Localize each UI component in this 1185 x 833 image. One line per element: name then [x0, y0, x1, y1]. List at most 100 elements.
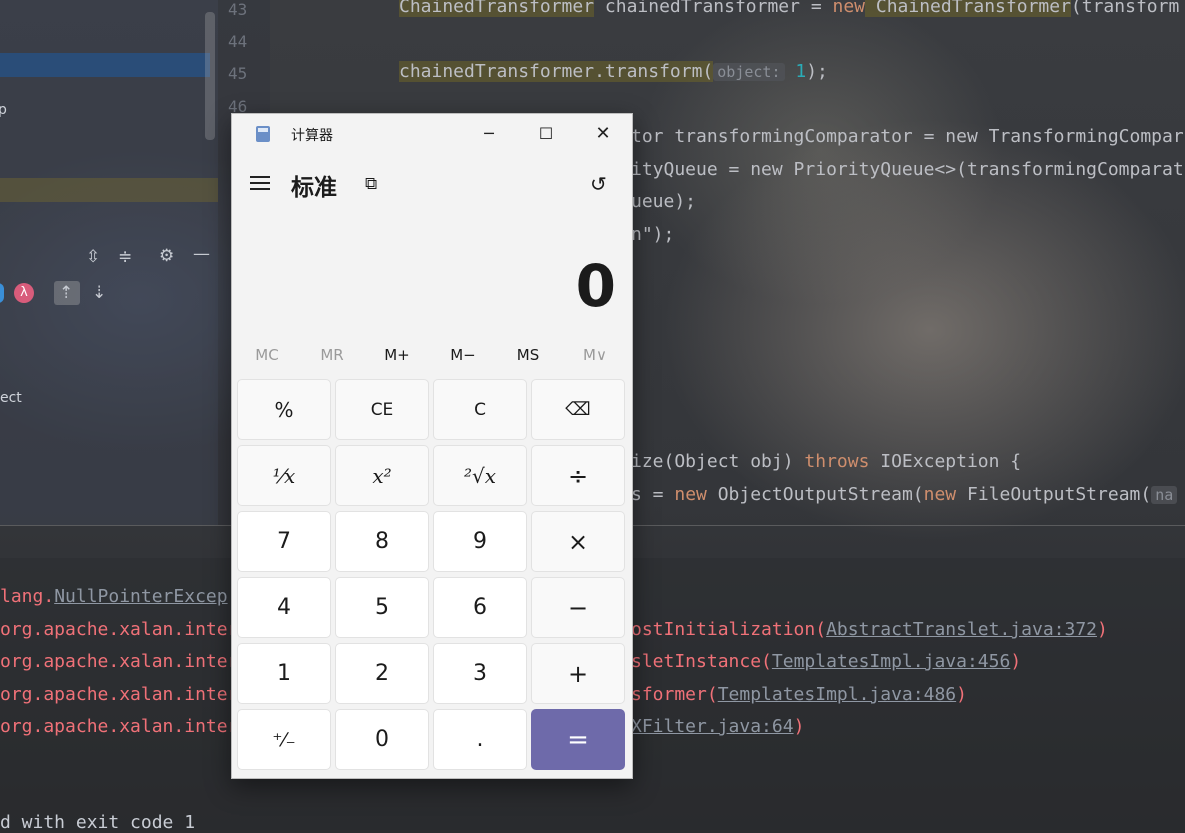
arrow-down-icon[interactable]: ⇣	[92, 283, 106, 303]
result-display: 0	[575, 252, 616, 320]
memory-clear-button[interactable]: MC	[237, 346, 297, 364]
project-panel	[0, 0, 218, 525]
reciprocal-button[interactable]: ¹⁄x	[237, 445, 331, 506]
code-token: ChainedTransformer	[865, 0, 1071, 17]
console-link[interactable]: TemplatesImpl.java:486	[718, 684, 956, 705]
calculator-window[interactable]: 计算器 ─ ☐ ✕ 标准 ⧉ ↺ 0 MC MR M+ M− MS M∨ % C…	[231, 113, 633, 779]
project-highlight-row	[0, 178, 218, 202]
decimal-button[interactable]: .	[433, 709, 527, 770]
digit-7-button[interactable]: 7	[237, 511, 331, 572]
code-token: chainedTransformer =	[594, 0, 833, 17]
digit-6-button[interactable]: 6	[433, 577, 527, 638]
digit-9-button[interactable]: 9	[433, 511, 527, 572]
digit-3-button[interactable]: 3	[433, 643, 527, 704]
multiply-button[interactable]: ×	[531, 511, 625, 572]
menu-icon[interactable]	[250, 176, 270, 190]
clear-button[interactable]: C	[433, 379, 527, 440]
console-line: org.apache.xalan.inter	[0, 716, 238, 737]
collapse-all-icon[interactable]: ≑	[118, 247, 132, 267]
minimize-button[interactable]: ─	[469, 120, 509, 148]
memory-subtract-button[interactable]: M−	[433, 346, 493, 364]
console-link[interactable]: TemplatesImpl.java:456	[772, 651, 1010, 672]
code-token: FileOutputStream(	[956, 484, 1152, 505]
project-selected-row[interactable]	[0, 53, 210, 77]
title-bar[interactable]: 计算器 ─ ☐ ✕	[232, 114, 632, 154]
digit-5-button[interactable]: 5	[335, 577, 429, 638]
console-link[interactable]: AbstractTranslet.java:372	[826, 619, 1097, 640]
divide-button[interactable]: ÷	[531, 445, 625, 506]
square-button[interactable]: x²	[335, 445, 429, 506]
memory-add-button[interactable]: M+	[367, 346, 427, 364]
gear-icon[interactable]: ⚙	[159, 246, 174, 266]
code-keyword: throws	[804, 451, 870, 472]
backspace-button[interactable]: ⌫	[531, 379, 625, 440]
console-text: sformer(	[631, 684, 718, 705]
project-item[interactable]: p	[0, 102, 7, 118]
code-line-58[interactable]: s = new ObjectOutputStream(new FileOutpu…	[631, 484, 1178, 505]
close-button[interactable]: ✕	[583, 120, 623, 148]
calculator-app-icon	[256, 126, 270, 142]
memory-store-button[interactable]: MS	[498, 346, 558, 364]
negate-button[interactable]: ⁺⁄₋	[237, 709, 331, 770]
line-number: 44	[228, 32, 248, 51]
square-root-button[interactable]: ²√x	[433, 445, 527, 506]
console-text: lang.	[0, 586, 55, 607]
console-text: org.apache.xalan.inter	[0, 651, 239, 672]
code-token: ObjectOutputStream(	[706, 484, 924, 505]
digit-4-button[interactable]: 4	[237, 577, 331, 638]
code-line-43[interactable]: ChainedTransformer chainedTransformer = …	[399, 0, 1179, 17]
digit-1-button[interactable]: 1	[237, 643, 331, 704]
console-link[interactable]: XFilter.java:64	[631, 716, 794, 737]
mode-title: 标准	[291, 175, 337, 201]
console-link[interactable]: NullPointerExcep	[54, 586, 227, 607]
digit-8-button[interactable]: 8	[335, 511, 429, 572]
equals-button[interactable]: =	[531, 709, 625, 770]
console-line-tail: sformer(TemplatesImpl.java:486)	[631, 684, 967, 705]
memory-row: MC MR M+ M− MS M∨	[232, 346, 632, 368]
minus-button[interactable]: −	[531, 577, 625, 638]
window-title: 计算器	[291, 128, 333, 144]
console-text: org.apache.xalan.inter	[0, 619, 239, 640]
code-keyword: new	[832, 0, 866, 17]
plus-button[interactable]: +	[531, 643, 625, 704]
code-token: (transform	[1070, 0, 1180, 17]
clear-entry-button[interactable]: CE	[335, 379, 429, 440]
code-token: ize(Object obj)	[631, 451, 805, 472]
memory-list-button[interactable]: M∨	[565, 346, 625, 364]
code-line-47[interactable]: tor transformingComparator = new Transfo…	[631, 126, 1184, 147]
console-line: org.apache.xalan.inter	[0, 619, 238, 640]
code-token: s =	[631, 484, 675, 505]
line-number: 45	[228, 64, 248, 83]
code-line-49[interactable]: ueue);	[631, 191, 696, 212]
console-text: org.apache.xalan.inter	[0, 684, 239, 705]
console-line-tail: XFilter.java:64)	[631, 716, 804, 737]
console-line-tail: ostInitialization(AbstractTranslet.java:…	[631, 619, 1108, 640]
maximize-button[interactable]: ☐	[526, 120, 566, 148]
history-icon[interactable]: ↺	[590, 172, 607, 196]
code-line-48[interactable]: ityQueue = new PriorityQueue<>(transform…	[631, 159, 1184, 180]
digit-2-button[interactable]: 2	[335, 643, 429, 704]
percent-button[interactable]: %	[237, 379, 331, 440]
lambda-icon[interactable]: λ	[14, 283, 34, 303]
console-text: )	[956, 684, 967, 705]
code-line-50[interactable]: n");	[631, 224, 674, 245]
code-number: 1	[795, 61, 807, 82]
code-line-45[interactable]: chainedTransformer.transform(object: 1);	[399, 61, 828, 82]
code-token: IOException {	[869, 451, 1022, 472]
console-text: sletInstance(	[631, 651, 772, 672]
console-text: ostInitialization(	[631, 619, 827, 640]
line-number: 43	[228, 0, 248, 19]
structure-item[interactable]: ect	[0, 390, 22, 406]
keep-on-top-icon[interactable]: ⧉	[365, 174, 377, 194]
code-line-57[interactable]: ize(Object obj) throws IOException {	[631, 451, 1021, 472]
console-line: org.apache.xalan.inter	[0, 684, 238, 705]
param-hint: object:	[713, 63, 785, 81]
console-line: org.apache.xalan.inter	[0, 651, 238, 672]
project-scrollbar[interactable]	[205, 12, 215, 140]
memory-recall-button[interactable]: MR	[302, 346, 362, 364]
code-keyword: new	[923, 484, 957, 505]
minimize-panel-icon[interactable]: —	[193, 244, 210, 264]
expand-all-icon[interactable]: ⇳	[86, 247, 100, 267]
console-text: org.apache.xalan.inter	[0, 716, 239, 737]
digit-0-button[interactable]: 0	[335, 709, 429, 770]
